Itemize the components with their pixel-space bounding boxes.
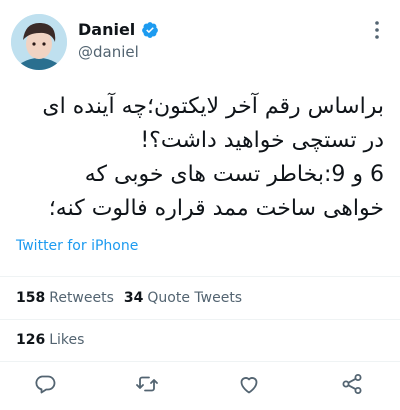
tweet-actions-bar — [0, 366, 400, 402]
divider — [0, 276, 400, 277]
author-name[interactable]: Daniel — [78, 20, 135, 39]
like-icon[interactable] — [237, 372, 261, 396]
divider — [0, 319, 400, 320]
retweet-stats: 158 Retweets 34 Quote Tweets — [16, 290, 248, 306]
retweets-stat[interactable]: 158 Retweets — [16, 290, 114, 306]
reply-icon[interactable] — [33, 372, 57, 396]
tweet-source-link[interactable]: Twitter for iPhone — [16, 238, 138, 254]
more-options-icon[interactable] — [365, 18, 389, 42]
tweet-line: در تستچی خواهید داشت؟! — [140, 128, 384, 153]
author-handle[interactable]: @daniel — [78, 43, 139, 61]
tweet-line: 6 و 9:بخاطر تست های خوبی که — [84, 162, 384, 187]
divider — [0, 361, 400, 362]
quote-tweets-count: 34 — [123, 290, 144, 306]
author-name-row: Daniel — [78, 20, 159, 39]
retweets-label: Retweets — [49, 290, 114, 306]
share-icon[interactable] — [340, 372, 364, 396]
verified-badge-icon — [141, 21, 159, 39]
tweet-header: Daniel @daniel — [0, 0, 400, 84]
retweet-icon[interactable] — [135, 372, 159, 396]
retweets-count: 158 — [16, 290, 46, 306]
quote-tweets-label: Quote Tweets — [147, 290, 243, 306]
avatar[interactable] — [11, 14, 67, 70]
likes-count: 126 — [16, 332, 46, 348]
tweet-line: خواهی ساخت ممد قراره فالوت کنه؛ — [48, 196, 384, 221]
quote-tweets-stat[interactable]: 34 Quote Tweets — [124, 290, 242, 306]
likes-stat[interactable]: 126 Likes — [16, 332, 84, 348]
likes-stats: 126 Likes — [16, 332, 90, 348]
tweet-text: براساس رقم آخر لایکتون؛چه آینده ای در تس… — [16, 90, 384, 226]
likes-label: Likes — [49, 332, 85, 348]
tweet-line: براساس رقم آخر لایکتون؛چه آینده ای — [42, 94, 384, 119]
